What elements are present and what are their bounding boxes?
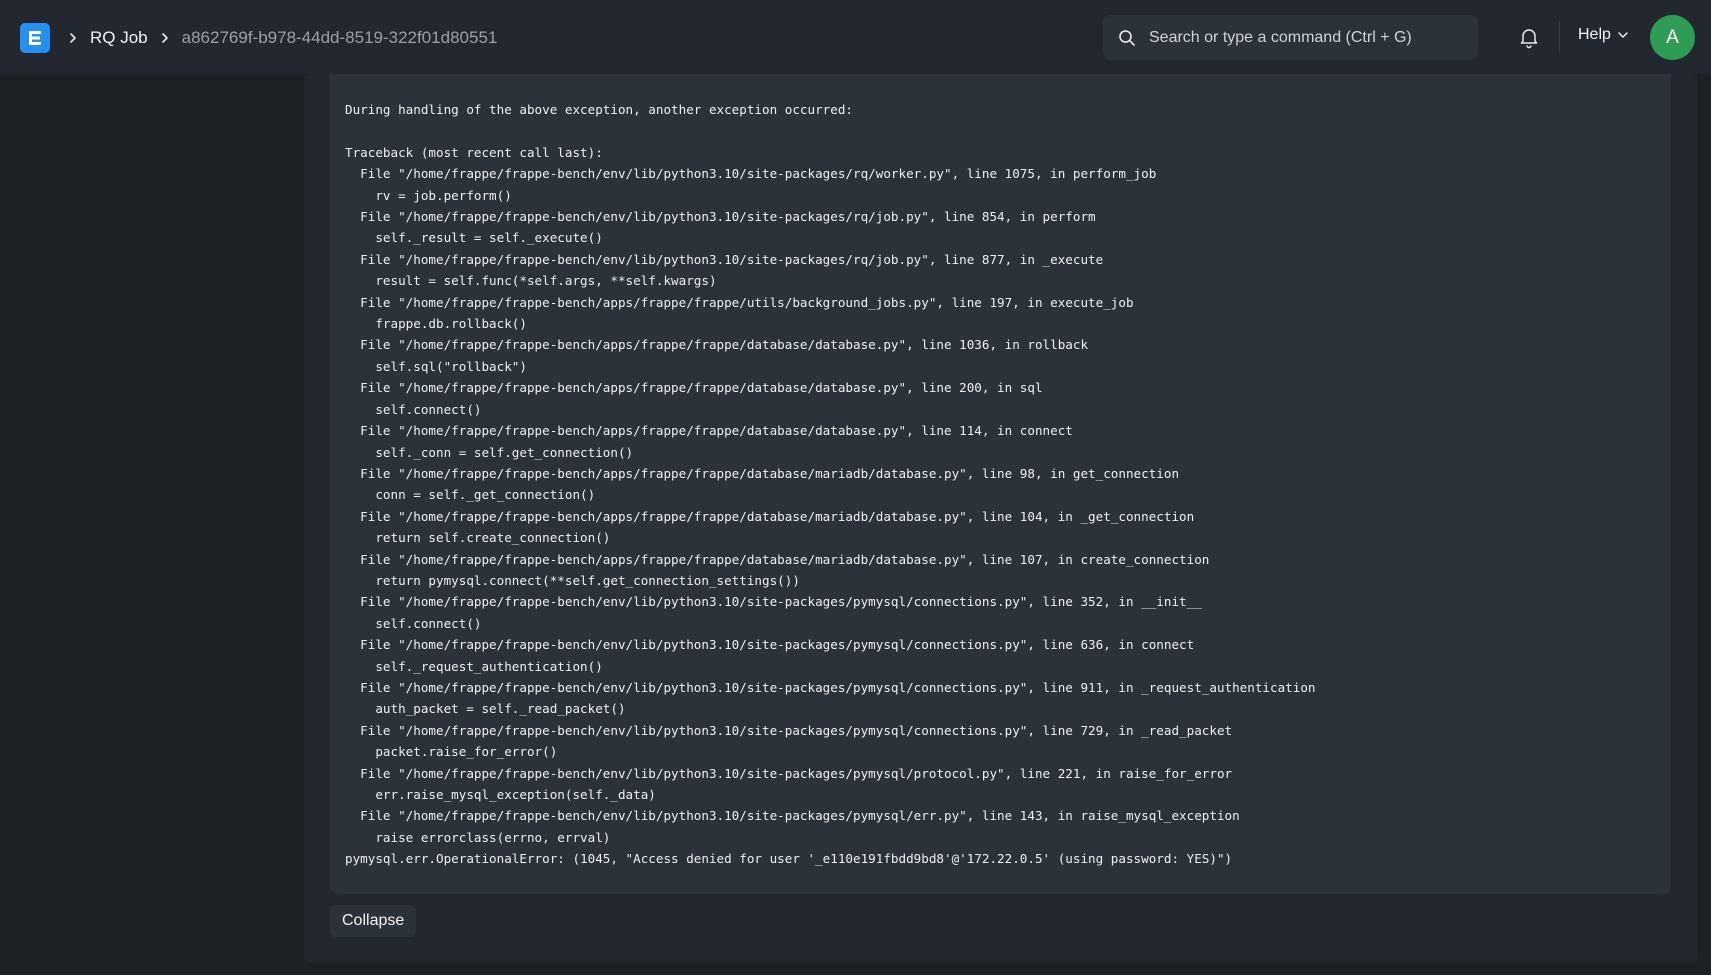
collapse-button[interactable]: Collapse [330,905,417,937]
search-bar[interactable] [1103,15,1478,60]
traceback-code-block: During handling of the above exception, … [330,74,1671,894]
chevron-right-icon [66,32,80,44]
help-label: Help [1578,26,1611,43]
bell-icon[interactable] [1517,25,1541,49]
breadcrumb-doctype-link[interactable]: RQ Job [90,28,148,48]
breadcrumb-current[interactable]: a862769f-b978-44dd-8519-322f01d80551 [182,28,498,48]
search-icon [1119,29,1135,46]
chevron-down-icon [1618,32,1628,38]
sidebar [0,74,304,975]
navbar: RQ Job a862769f-b978-44dd-8519-322f01d80… [0,0,1711,74]
chevron-right-icon [158,32,172,44]
search-input[interactable] [1147,27,1471,48]
avatar[interactable]: A [1650,15,1695,60]
navbar-divider [1559,22,1560,52]
traceback-text: During handling of the above exception, … [345,102,1316,867]
app-logo[interactable] [20,23,50,53]
breadcrumb: RQ Job a862769f-b978-44dd-8519-322f01d80… [66,24,497,52]
help-dropdown[interactable]: Help [1578,26,1629,44]
logo-e-icon [29,31,41,45]
